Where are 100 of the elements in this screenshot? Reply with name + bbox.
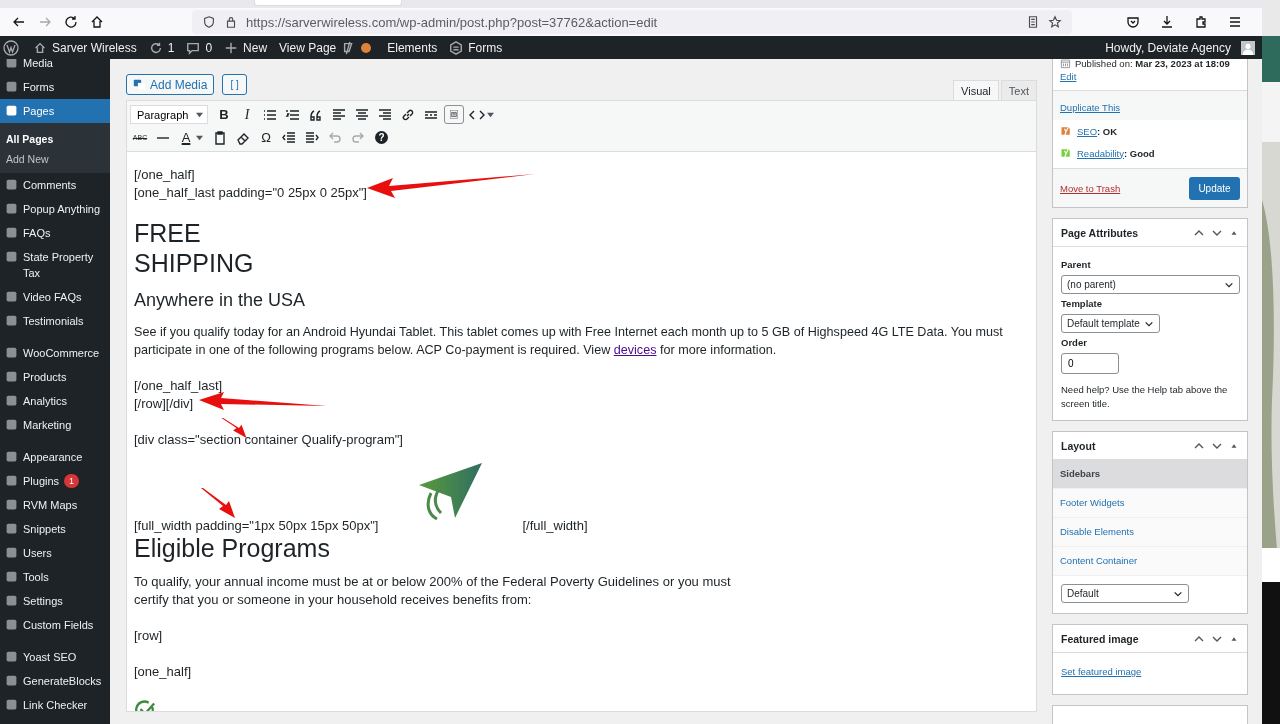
square-icon: [5, 394, 18, 407]
star-icon[interactable]: [1048, 15, 1062, 29]
wordpress-logo-icon[interactable]: [3, 39, 19, 56]
square-icon: [5, 450, 18, 463]
square-icon: [5, 226, 18, 239]
sidebar-item[interactable]: RVM Maps: [0, 493, 110, 517]
text-line: [/full_width]: [522, 517, 588, 535]
caret-icon: [196, 111, 203, 118]
template-select[interactable]: Default template: [1061, 314, 1160, 333]
new-link[interactable]: New: [218, 36, 274, 59]
sidebar-item[interactable]: Snippets: [0, 517, 110, 541]
duplicate-link[interactable]: Duplicate This: [1060, 102, 1121, 113]
help-button[interactable]: ?: [375, 131, 388, 144]
sidebar-item[interactable]: Settings: [0, 589, 110, 613]
editor-tab[interactable]: Visual: [953, 80, 999, 100]
toolbar-toggle-icon[interactable]: [444, 105, 464, 124]
plus-icon: [224, 40, 239, 55]
address-bar[interactable]: https://sarverwireless.com/wp-admin/post.php?post=37762&action=edit: [192, 10, 1072, 34]
extensions-icon[interactable]: [1193, 14, 1209, 30]
panel-title: Page Attributes: [1061, 226, 1140, 239]
square-icon: [5, 522, 18, 535]
move-to-trash-link[interactable]: Move to Trash: [1060, 183, 1121, 194]
download-icon[interactable]: [1159, 14, 1175, 30]
sidebar-item[interactable]: GenerateBlocks: [0, 669, 110, 693]
sidebar-item[interactable]: Tools: [0, 565, 110, 589]
greeting-text[interactable]: Howdy, Deviate Agency: [1099, 36, 1237, 59]
square-icon: [5, 418, 18, 431]
pocket-icon[interactable]: [1125, 14, 1141, 30]
panel-title: Featured image: [1061, 632, 1140, 645]
sidebar-item[interactable]: Yoast SEO: [0, 645, 110, 669]
square-icon: [5, 570, 18, 583]
parent-select[interactable]: (no parent): [1061, 275, 1240, 294]
sidebar-item[interactable]: Popup Anything: [0, 197, 110, 221]
sidebar-item[interactable]: FAQs: [0, 221, 110, 245]
sidebar-item[interactable]: Link Checker: [0, 693, 110, 717]
score-value: : OK: [1097, 125, 1118, 137]
admin-bar-link[interactable]: View Page: [273, 36, 343, 59]
submenu-item[interactable]: All Pages: [0, 129, 110, 149]
text-line: To qualify, your annual income must be at or below 200% of the Federal Poverty Guidelines or you must: [134, 573, 731, 591]
submenu-item[interactable]: Add New: [0, 149, 110, 169]
layout-tab[interactable]: Footer Widgets: [1053, 489, 1247, 518]
avatar-icon[interactable]: [1241, 40, 1255, 55]
special-character-button[interactable]: Ω: [256, 127, 276, 148]
field-label: Order: [1061, 337, 1088, 348]
score-link[interactable]: Readability: [1077, 147, 1124, 159]
reader-view-icon[interactable]: [1026, 15, 1040, 29]
shortcode-button[interactable]: [ ]: [222, 74, 247, 95]
devices-link[interactable]: devices: [613, 342, 657, 357]
sidebar-item[interactable]: Video FAQs: [0, 285, 110, 309]
square-icon: [5, 178, 18, 191]
field-label: Parent: [1061, 259, 1092, 270]
layout-tab[interactable]: Sidebars: [1053, 460, 1247, 489]
site-name-link[interactable]: Sarver Wireless: [27, 36, 143, 59]
set-featured-image-link[interactable]: Set featured image: [1061, 666, 1142, 677]
sidebar-item[interactable]: Pages: [0, 99, 110, 123]
editor-tab[interactable]: Text: [1000, 80, 1037, 100]
score-value: : Good: [1124, 147, 1155, 159]
sidebar-item[interactable]: Custom Fields: [0, 613, 110, 637]
sidebar-item[interactable]: State Property Tax: [0, 245, 110, 285]
square-icon: [5, 474, 18, 487]
url-text: https://sarverwireless.com/wp-admin/post.php?post=37762&action=edit: [246, 14, 658, 30]
format-select[interactable]: Paragraph: [130, 105, 208, 124]
menu-icon[interactable]: [1227, 14, 1243, 30]
square-icon: [5, 250, 18, 263]
sidebar-item[interactable]: Marketing: [0, 413, 110, 437]
hexagon-icon: [449, 40, 464, 55]
sidebar-item[interactable]: Forms: [0, 75, 110, 99]
caret-icon[interactable]: [196, 134, 203, 141]
text-line: [div class="section container Qualify-program"]: [134, 431, 403, 449]
sidebar-item[interactable]: Products: [0, 365, 110, 389]
bold-button[interactable]: B: [214, 104, 234, 125]
admin-bar-link[interactable]: Elements: [381, 36, 444, 59]
caret-icon[interactable]: [487, 111, 494, 118]
square-icon: [5, 498, 18, 511]
sidebar-item[interactable]: Users: [0, 541, 110, 565]
sidebar-item[interactable]: WooCommerce: [0, 341, 110, 365]
container-select[interactable]: Default: [1061, 584, 1189, 603]
order-input[interactable]: 0: [1061, 353, 1119, 374]
sidebar-item[interactable]: Analytics: [0, 389, 110, 413]
updates-counter[interactable]: 1: [142, 36, 181, 59]
reload-icon[interactable]: [63, 14, 79, 30]
update-button[interactable]: Update: [1189, 177, 1240, 200]
sidebar-item[interactable]: Appearance: [0, 445, 110, 469]
layout-tab[interactable]: Disable Elements: [1053, 518, 1247, 547]
square-icon: [5, 202, 18, 215]
heading: Eligible Programs: [134, 533, 331, 563]
sidebar-item[interactable]: Testimonials: [0, 309, 110, 333]
text-line: [full_width padding="1px 50px 15px 50px"]: [134, 517, 379, 535]
forms-link[interactable]: Forms: [443, 36, 509, 59]
home-icon[interactable]: [89, 14, 105, 30]
italic-button[interactable]: I: [237, 104, 257, 125]
add-media-button[interactable]: Add Media: [126, 74, 215, 95]
layout-tab[interactable]: Content Container: [1053, 547, 1247, 576]
field-label: Template: [1061, 298, 1103, 309]
text-color-button[interactable]: A: [176, 127, 196, 148]
sidebar-item[interactable]: Media: [0, 59, 110, 75]
shield-icon[interactable]: [202, 15, 216, 29]
sidebar-item[interactable]: Plugins 1: [0, 469, 110, 493]
comments-counter[interactable]: 0: [180, 36, 219, 59]
sidebar-item[interactable]: Comments: [0, 173, 110, 197]
